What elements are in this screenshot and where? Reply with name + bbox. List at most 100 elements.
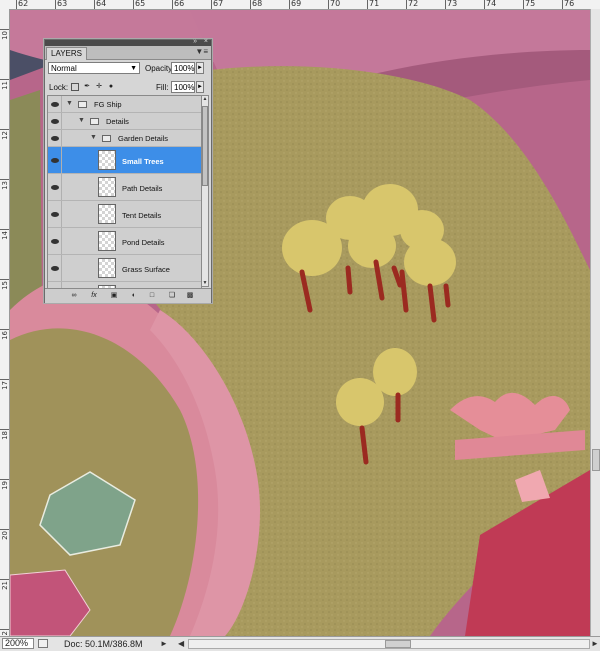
opacity-label: Opacity:: [145, 64, 175, 73]
ruler-tick: [0, 279, 9, 280]
ruler-label: 69: [291, 0, 302, 8]
layer-name[interactable]: Small Trees: [122, 157, 164, 166]
horizontal-scroll-thumb[interactable]: [385, 640, 411, 648]
ruler-tick: [0, 579, 9, 580]
layer-group-row[interactable]: ▼ Details: [48, 113, 201, 130]
folder-icon: [78, 101, 87, 108]
layers-scroll-thumb[interactable]: [202, 106, 208, 186]
status-info-icon[interactable]: [38, 639, 48, 648]
lock-transparency-icon[interactable]: [71, 83, 79, 91]
ruler-label: 16: [1, 331, 9, 340]
layer-group-name[interactable]: Garden Details: [118, 134, 168, 143]
status-menu-arrow-icon[interactable]: ►: [160, 638, 168, 650]
ruler-label: 68: [252, 0, 263, 8]
visibility-eye-icon[interactable]: [48, 174, 62, 200]
ruler-label: 15: [1, 281, 9, 290]
zoom-field[interactable]: 200%: [2, 638, 34, 649]
adjustment-layer-icon[interactable]: ◐: [129, 291, 139, 300]
vertical-ruler[interactable]: 10 11 12 13 14 15 16 17 18 19 20 21 22: [0, 9, 10, 636]
ruler-label: 63: [57, 0, 68, 8]
fx-icon[interactable]: fx: [89, 291, 99, 300]
layers-list-scrollbar[interactable]: ▲ ▼: [201, 95, 209, 287]
lock-pixels-icon[interactable]: ✒: [83, 83, 91, 91]
horizontal-scrollbar[interactable]: [188, 639, 590, 649]
layer-group-name[interactable]: FG Ship: [94, 100, 122, 109]
ruler-label: 74: [486, 0, 497, 8]
visibility-eye-icon[interactable]: [48, 96, 62, 112]
layer-row-selected[interactable]: Small Trees: [48, 147, 201, 174]
visibility-eye-icon[interactable]: [48, 228, 62, 254]
ruler-label: 18: [1, 431, 9, 440]
link-layers-icon[interactable]: ∞: [69, 291, 79, 300]
horizontal-ruler[interactable]: 62 63 64 65 66 67 68 69 70 71 72 73 74 75 76: [0, 0, 600, 10]
close-panel-icon[interactable]: ×: [204, 38, 208, 45]
layer-name[interactable]: Grass Surface: [122, 265, 170, 274]
visibility-eye-icon[interactable]: [48, 113, 62, 129]
layers-panel[interactable]: » × LAYERS ▼≡ Normal ▼ Opacity: 100% ► L…: [44, 38, 212, 303]
ruler-tick: [0, 229, 9, 230]
layer-mask-icon[interactable]: ▣: [109, 291, 119, 300]
blend-mode-select[interactable]: Normal ▼: [48, 62, 140, 74]
blend-mode-value: Normal: [51, 64, 77, 73]
vertical-scroll-thumb[interactable]: [592, 449, 600, 471]
new-group-folder-icon[interactable]: □: [147, 291, 157, 300]
ruler-label: 11: [1, 81, 9, 90]
layer-name[interactable]: Tent Details: [122, 211, 161, 220]
lock-all-icon[interactable]: ●: [107, 83, 115, 91]
lock-position-icon[interactable]: ✛: [95, 83, 103, 91]
layer-group-name[interactable]: Details: [106, 117, 129, 126]
vertical-scrollbar[interactable]: [590, 9, 600, 636]
ruler-tick: [0, 479, 9, 480]
ruler-label: 19: [1, 481, 9, 490]
layer-group-row[interactable]: ▼ Garden Details: [48, 130, 201, 147]
ruler-label: 65: [135, 0, 146, 8]
trash-icon[interactable]: ▩: [185, 291, 195, 300]
layer-group-row[interactable]: ▼ FG Ship: [48, 96, 201, 113]
panel-menu-icon[interactable]: ▼≡: [195, 47, 208, 56]
layer-row[interactable]: Pond Details: [48, 228, 201, 255]
layer-name[interactable]: Pond Details: [122, 238, 165, 247]
layer-row[interactable]: Path Details: [48, 174, 201, 201]
visibility-eye-icon[interactable]: [48, 130, 62, 146]
ruler-label: 76: [564, 0, 575, 8]
layer-row[interactable]: Tent Details: [48, 201, 201, 228]
expand-triangle-icon[interactable]: ▼: [90, 134, 97, 141]
scroll-down-arrow-icon[interactable]: ▼: [202, 280, 208, 286]
layer-row[interactable]: Grass Surface: [48, 255, 201, 282]
folder-icon: [102, 135, 111, 142]
status-bar: 200% Doc: 50.1M/386.8M ► ◀ ►: [0, 636, 600, 651]
fill-label: Fill:: [156, 83, 169, 92]
ruler-tick: [484, 0, 485, 9]
ruler-tick: [16, 0, 17, 9]
scroll-right-arrow-icon[interactable]: ►: [591, 638, 599, 650]
ruler-tick: [328, 0, 329, 9]
expand-triangle-icon[interactable]: ▼: [78, 117, 85, 124]
ruler-tick: [289, 0, 290, 9]
ruler-label: 62: [18, 0, 29, 8]
collapse-panel-icon[interactable]: »: [193, 38, 197, 45]
layers-list[interactable]: ▼ FG Ship ▼ Details ▼ Garden Details Sma…: [47, 95, 202, 289]
new-layer-icon[interactable]: ❏: [167, 291, 177, 300]
expand-triangle-icon[interactable]: ▼: [66, 100, 73, 107]
ruler-tick: [94, 0, 95, 9]
opacity-field[interactable]: 100%: [171, 62, 195, 74]
layer-name[interactable]: Path Details: [122, 184, 162, 193]
chevron-down-icon: ▼: [130, 65, 137, 72]
visibility-eye-icon[interactable]: [48, 147, 62, 173]
scroll-up-arrow-icon[interactable]: ▲: [202, 96, 208, 102]
scroll-left-arrow-icon[interactable]: ◀: [178, 638, 184, 650]
layer-thumbnail: [98, 231, 116, 251]
ruler-tick: [0, 329, 9, 330]
document-size-readout: Doc: 50.1M/386.8M: [64, 639, 143, 649]
opacity-slider-arrow-icon[interactable]: ►: [196, 62, 204, 74]
ruler-tick: [0, 629, 9, 630]
visibility-eye-icon[interactable]: [48, 255, 62, 281]
tab-layers[interactable]: LAYERS: [46, 47, 87, 60]
ruler-tick: [0, 529, 9, 530]
fill-slider-arrow-icon[interactable]: ►: [196, 81, 204, 93]
layer-thumbnail: [98, 258, 116, 278]
ruler-label: 66: [174, 0, 185, 8]
ruler-tick: [562, 0, 563, 9]
fill-field[interactable]: 100%: [171, 81, 195, 93]
visibility-eye-icon[interactable]: [48, 201, 62, 227]
